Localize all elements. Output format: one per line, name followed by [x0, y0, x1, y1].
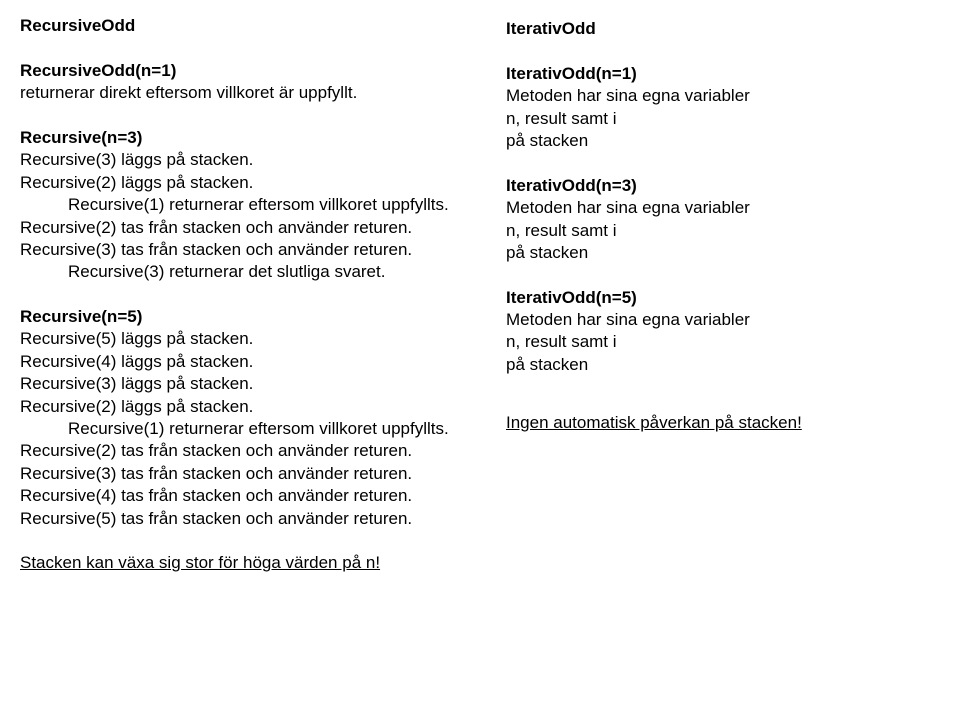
iterative-title: IterativOdd — [506, 19, 596, 38]
section-line: Recursive(2) tas från stacken och använd… — [20, 217, 413, 237]
section-line: Recursive(3) läggs på stacken. — [20, 150, 254, 170]
section-line: på stacken — [506, 242, 589, 262]
section-line: Recursive(4) tas från stacken och använd… — [20, 486, 413, 506]
section-line: Recursive(2) läggs på stacken. — [20, 396, 254, 416]
section-line: Metoden har sina egna variabler — [506, 310, 750, 330]
section-line: n, result samt i — [506, 332, 617, 352]
iterative-conclusion: Ingen automatisk påverkan på stacken! — [506, 413, 802, 433]
section-line: Recursive(2) tas från stacken och använd… — [20, 441, 413, 461]
section-heading-n3: IterativOdd(n=3) — [506, 175, 637, 195]
section-heading-n1: IterativOdd(n=1) — [506, 63, 637, 83]
recursive-conclusion: Stacken kan växa sig stor för höga värde… — [20, 553, 381, 573]
section-line: Recursive(3) tas från stacken och använd… — [20, 239, 413, 259]
section-line: n, result samt i — [506, 108, 617, 128]
section-line: Recursive(2) läggs på stacken. — [20, 172, 254, 192]
section-line: n, result samt i — [506, 220, 617, 240]
section-line-indented: Recursive(1) returnerar eftersom villkor… — [68, 419, 449, 439]
recursive-title: RecursiveOdd — [20, 16, 136, 35]
section-heading-n5: IterativOdd(n=5) — [506, 287, 637, 307]
section-line-indented: Recursive(1) returnerar eftersom villkor… — [68, 195, 449, 215]
section-line: på stacken — [506, 130, 589, 150]
section-line: på stacken — [506, 354, 589, 374]
section-line-indented: Recursive(3) returnerar det slutliga sva… — [68, 262, 386, 282]
section-line: Recursive(5) läggs på stacken. — [20, 329, 254, 349]
section-line: Recursive(3) tas från stacken och använd… — [20, 463, 413, 483]
section-line: Recursive(5) tas från stacken och använd… — [20, 508, 413, 528]
recursive-column: RecursiveOdd RecursiveOdd(n=1) returnera… — [20, 15, 500, 575]
section-heading-n3: Recursive(n=3) — [20, 127, 143, 147]
section-line: returnerar direkt eftersom villkoret är … — [20, 83, 358, 103]
section-line: Recursive(4) läggs på stacken. — [20, 351, 254, 371]
iterative-column: IterativOdd IterativOdd(n=1) Metoden har… — [506, 18, 946, 435]
section-heading-n5: Recursive(n=5) — [20, 307, 143, 327]
section-line: Metoden har sina egna variabler — [506, 86, 750, 106]
section-heading-n1: RecursiveOdd(n=1) — [20, 60, 177, 80]
section-line: Metoden har sina egna variabler — [506, 198, 750, 218]
section-line: Recursive(3) läggs på stacken. — [20, 374, 254, 394]
